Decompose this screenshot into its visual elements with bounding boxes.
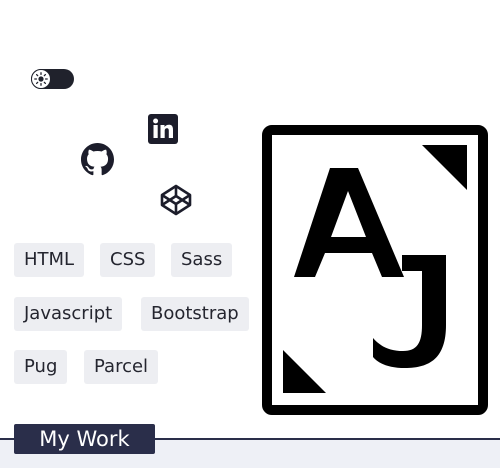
linkedin-icon[interactable] (148, 114, 178, 144)
section-title-my-work: My Work (14, 424, 155, 454)
aj-monogram-logo (262, 125, 488, 415)
skill-chip-css: CSS (100, 243, 156, 277)
theme-toggle[interactable] (31, 69, 74, 89)
sun-icon (31, 69, 51, 89)
skill-chip-parcel: Parcel (84, 350, 159, 384)
skill-chip-html: HTML (14, 243, 85, 277)
skill-chip-javascript: Javascript (14, 297, 123, 331)
github-icon[interactable] (81, 143, 114, 176)
skill-chip-sass: Sass (171, 243, 233, 277)
skill-chip-bootstrap: Bootstrap (141, 297, 249, 331)
skill-chip-pug: Pug (14, 350, 68, 384)
codepen-icon[interactable] (159, 183, 193, 217)
